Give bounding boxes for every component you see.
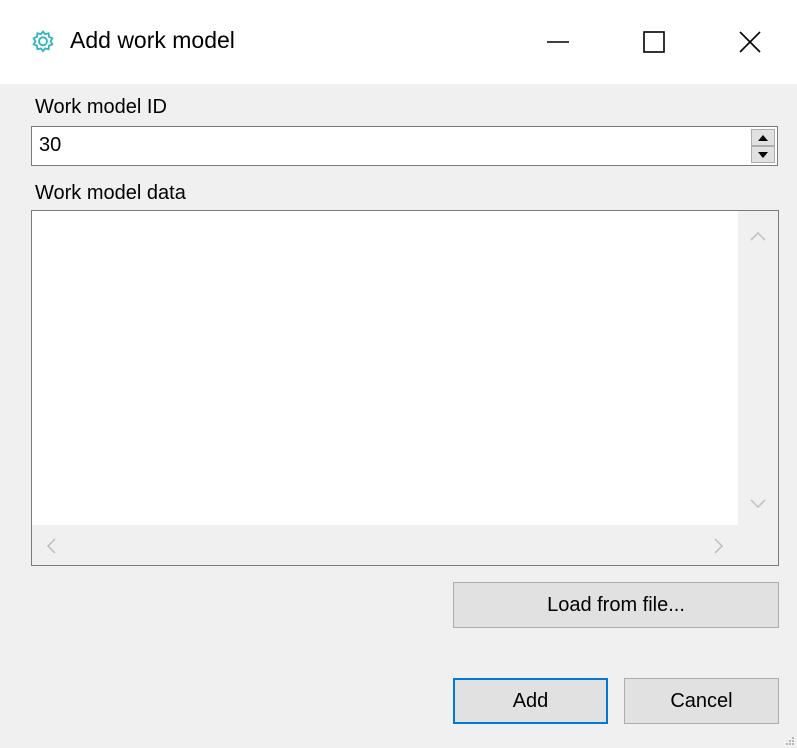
triangle-up-icon [758,134,768,141]
horizontal-scrollbar[interactable] [32,525,738,565]
chevron-up-icon[interactable] [750,231,766,241]
chevron-right-icon[interactable] [714,538,724,554]
triangle-down-icon [758,151,768,158]
work-model-id-label: Work model ID [35,96,167,118]
work-model-id-stepper[interactable]: 30 [31,126,778,166]
minimize-icon [547,41,569,43]
window-title: Add work model [70,27,235,53]
work-model-id-value[interactable]: 30 [39,134,61,157]
work-model-data-textarea[interactable] [31,210,779,566]
chevron-down-icon[interactable] [750,499,766,509]
stepper-up-button[interactable] [751,129,775,146]
work-model-data-label: Work model data [35,182,186,204]
vertical-scrollbar[interactable] [738,211,778,526]
chevron-left-icon[interactable] [46,538,56,554]
maximize-button[interactable] [606,0,702,84]
maximize-icon [643,31,665,53]
resize-grip-icon[interactable] [785,736,795,746]
gear-icon [32,30,54,53]
cancel-button[interactable]: Cancel [624,678,779,724]
stepper-down-button[interactable] [751,146,775,163]
load-from-file-button[interactable]: Load from file... [453,582,779,628]
minimize-button[interactable] [510,0,606,84]
stepper-buttons [751,129,775,163]
dialog-window: Add work model Work model ID 30 Work mod… [0,0,797,748]
close-icon [739,31,761,53]
close-button[interactable] [702,0,797,84]
add-button[interactable]: Add [453,678,608,724]
scrollbar-corner [738,525,778,565]
title-bar[interactable]: Add work model [0,0,797,84]
